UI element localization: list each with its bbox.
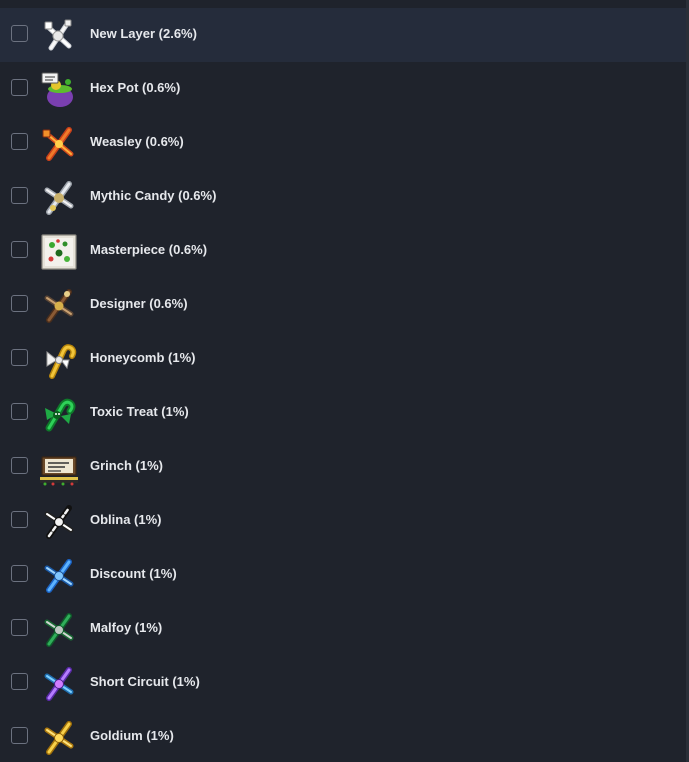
white-wand-icon: [39, 16, 79, 56]
item-label: Grinch (1%): [90, 458, 163, 473]
item-label: Short Circuit (1%): [90, 674, 200, 689]
list-item[interactable]: Mythic Candy (0.6%): [0, 170, 686, 224]
list-item[interactable]: Honeycomb (1%): [0, 332, 686, 386]
item-label: Mythic Candy (0.6%): [90, 188, 217, 203]
item-checkbox[interactable]: [11, 511, 28, 528]
list-item[interactable]: New Layer (2.6%): [0, 8, 686, 62]
green-wand-icon: [39, 610, 79, 650]
item-checkbox[interactable]: [11, 727, 28, 744]
painted-canvas-icon: [39, 232, 79, 272]
item-checkbox[interactable]: [11, 619, 28, 636]
list-item[interactable]: Grinch (1%): [0, 440, 686, 494]
item-checkbox[interactable]: [11, 25, 28, 42]
green-candy-icon: [39, 394, 79, 434]
list-item[interactable]: Hex Pot (0.6%): [0, 62, 686, 116]
item-checkbox[interactable]: [11, 673, 28, 690]
list-item[interactable]: Short Circuit (1%): [0, 656, 686, 710]
list-item[interactable]: Oblina (1%): [0, 494, 686, 548]
item-label: Honeycomb (1%): [90, 350, 196, 365]
item-label: Oblina (1%): [90, 512, 162, 527]
brown-wand-icon: [39, 286, 79, 326]
item-label: Goldium (1%): [90, 728, 174, 743]
item-label: Masterpiece (0.6%): [90, 242, 208, 257]
black-white-wand-icon: [39, 502, 79, 542]
item-checkbox[interactable]: [11, 295, 28, 312]
item-checkbox[interactable]: [11, 403, 28, 420]
blue-wand-icon: [39, 556, 79, 596]
purple-wand-icon: [39, 664, 79, 704]
item-checkbox[interactable]: [11, 349, 28, 366]
item-label: Hex Pot (0.6%): [90, 80, 181, 95]
item-checkbox[interactable]: [11, 241, 28, 258]
item-checkbox[interactable]: [11, 565, 28, 582]
item-label: Toxic Treat (1%): [90, 404, 189, 419]
item-label: Weasley (0.6%): [90, 134, 184, 149]
list-item[interactable]: Masterpiece (0.6%): [0, 224, 686, 278]
item-label: Designer (0.6%): [90, 296, 188, 311]
list-item[interactable]: Weasley (0.6%): [0, 116, 686, 170]
cauldron-icon: [39, 70, 79, 110]
honeycomb-candy-cane-icon: [39, 340, 79, 380]
item-checkbox[interactable]: [11, 457, 28, 474]
grinch-sign-icon: [39, 448, 79, 488]
list-item[interactable]: Designer (0.6%): [0, 278, 686, 332]
list-item[interactable]: Malfoy (1%): [0, 602, 686, 656]
silver-candy-wand-icon: [39, 178, 79, 218]
item-label: Malfoy (1%): [90, 620, 163, 635]
list-item[interactable]: Discount (1%): [0, 548, 686, 602]
orange-wand-icon: [39, 124, 79, 164]
item-checkbox[interactable]: [11, 133, 28, 150]
gold-wand-icon: [39, 718, 79, 758]
item-label: New Layer (2.6%): [90, 26, 197, 41]
item-checkbox[interactable]: [11, 79, 28, 96]
list-item[interactable]: Toxic Treat (1%): [0, 386, 686, 440]
item-checkbox[interactable]: [11, 187, 28, 204]
item-label: Discount (1%): [90, 566, 177, 581]
item-list: New Layer (2.6%) Hex Pot (0.6%) Weasley …: [0, 0, 686, 762]
list-item[interactable]: Goldium (1%): [0, 710, 686, 762]
